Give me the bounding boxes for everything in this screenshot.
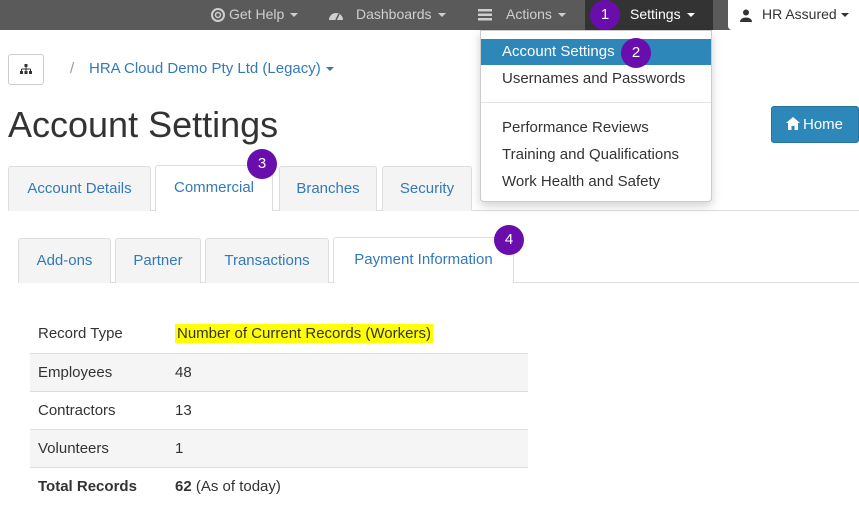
tab-payment-information-label: Payment Information <box>354 251 493 268</box>
org-chart-button[interactable] <box>8 54 44 85</box>
menu-item-usernames-passwords[interactable]: Usernames and Passwords <box>481 66 711 92</box>
menu-item-performance-reviews[interactable]: Performance Reviews <box>481 115 711 141</box>
table-row: Employees 48 <box>30 352 528 391</box>
tab-transactions-label: Transactions <box>224 252 310 269</box>
breadcrumb-organisation-label: HRA Cloud Demo Pty Ltd (Legacy) <box>89 60 321 77</box>
tab-partner-label: Partner <box>133 252 183 269</box>
chevron-down-icon <box>686 13 695 18</box>
menu-item-label: Usernames and Passwords <box>502 70 686 87</box>
nav-get-help[interactable]: Get Help <box>211 0 299 30</box>
menu-item-label: Work Health and Safety <box>502 173 661 190</box>
chevron-down-icon <box>325 67 334 72</box>
row-value: 1 <box>167 428 528 467</box>
row-value: 62 (As of today) <box>167 466 528 505</box>
step-marker-3: 3 <box>247 149 277 179</box>
breadcrumb-organisation[interactable]: HRA Cloud Demo Pty Ltd (Legacy) <box>89 60 334 77</box>
row-label: Total Records <box>30 466 167 505</box>
nav-settings-label: Settings <box>630 6 681 22</box>
menu-item-training-qualifications[interactable]: Training and Qualifications <box>481 142 711 168</box>
list-icon <box>478 9 492 21</box>
settings-dropdown-menu: Account Settings Usernames and Passwords… <box>480 30 712 202</box>
tab-partner[interactable]: Partner <box>115 238 201 283</box>
dashboard-icon <box>329 13 343 21</box>
table-row: Contractors 13 <box>30 390 528 429</box>
table-row: Volunteers 1 <box>30 428 528 467</box>
records-table: Record Type Number of Current Records (W… <box>30 315 528 505</box>
row-label: Employees <box>30 352 167 391</box>
chevron-down-icon <box>840 13 849 18</box>
menu-item-account-settings[interactable]: Account Settings <box>481 39 711 65</box>
nav-dashboards[interactable]: Dashboards <box>328 0 446 30</box>
record-type-highlight: Number of Current Records (Workers) <box>175 324 433 344</box>
tab-commercial-label: Commercial <box>173 179 254 196</box>
home-button-label: Home <box>803 116 844 133</box>
row-label: Volunteers <box>30 428 167 467</box>
chevron-down-icon <box>557 13 566 18</box>
table-row: Record Type Number of Current Records (W… <box>30 315 528 353</box>
menu-item-label: Training and Qualifications <box>502 146 680 163</box>
tab-add-ons[interactable]: Add-ons <box>18 238 111 283</box>
life-ring-icon <box>211 8 225 23</box>
step-marker-4: 4 <box>494 225 524 255</box>
tab-transactions[interactable]: Transactions <box>205 238 329 283</box>
home-button[interactable]: Home <box>771 106 859 143</box>
table-row: Total Records 62 (As of today) <box>30 466 528 505</box>
row-label: Record Type <box>38 325 123 343</box>
user-menu-label: HR Assured <box>762 6 837 22</box>
row-value: Number of Current Records (Workers) <box>167 315 528 353</box>
tab-branches[interactable]: Branches <box>279 166 377 211</box>
tab-account-details-label: Account Details <box>27 180 132 197</box>
home-icon <box>786 117 800 130</box>
nav-actions[interactable]: Actions <box>478 0 566 30</box>
step-marker-1: 1 <box>590 0 620 30</box>
menu-divider <box>481 102 711 103</box>
step-marker-2: 2 <box>621 38 651 68</box>
menu-item-label: Performance Reviews <box>502 119 649 136</box>
tab-payment-information[interactable]: Payment Information <box>333 237 514 283</box>
total-records-value: 62 <box>175 477 192 495</box>
tab-add-ons-label: Add-ons <box>36 252 93 269</box>
tab-account-details[interactable]: Account Details <box>8 166 151 211</box>
menu-item-work-health-safety[interactable]: Work Health and Safety <box>481 169 711 195</box>
menu-item-label: Account Settings <box>502 43 615 60</box>
chevron-down-icon <box>437 13 446 18</box>
chevron-down-icon <box>290 13 299 18</box>
tab-security[interactable]: Security <box>382 166 472 211</box>
nav-actions-label: Actions <box>506 6 552 22</box>
nav-get-help-label: Get Help <box>229 6 285 22</box>
tab-security-label: Security <box>399 180 455 197</box>
top-navbar: Get Help Dashboards Actions Settings HR … <box>0 0 859 30</box>
nav-dashboards-label: Dashboards <box>356 6 432 22</box>
page-title: Account Settings <box>8 104 279 145</box>
row-value: 48 <box>167 352 528 391</box>
user-icon <box>740 9 752 22</box>
row-value: 13 <box>167 390 528 429</box>
row-label: Contractors <box>30 390 167 429</box>
total-records-note: (As of today) <box>195 477 281 495</box>
user-menu[interactable]: HR Assured <box>728 0 859 30</box>
sitemap-icon <box>20 64 32 74</box>
tab-branches-label: Branches <box>296 180 360 197</box>
breadcrumb-separator: / <box>70 60 75 77</box>
